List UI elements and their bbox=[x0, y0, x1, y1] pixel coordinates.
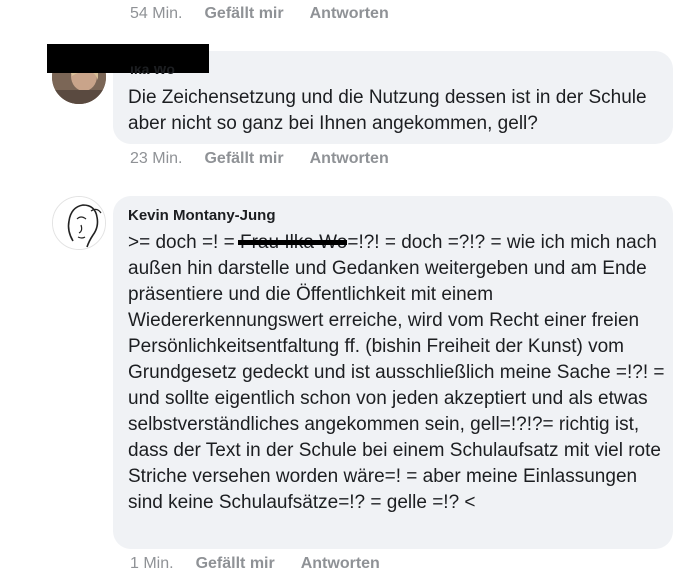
redaction-bar bbox=[47, 44, 209, 73]
comment-time[interactable]: 54 Min. bbox=[130, 5, 182, 23]
comment-bubble: Kevin Montany-Jung >= doch =! = Frau Ilk… bbox=[113, 196, 673, 549]
comment-actions-3: 1 Min. Gefällt mir Antworten bbox=[130, 552, 406, 576]
comment-text-start: >= doch =! = bbox=[128, 232, 240, 253]
author-name-partial[interactable]: ika Wo bbox=[130, 66, 175, 76]
reply-button[interactable]: Antworten bbox=[301, 555, 380, 573]
line-drawing-face-avatar-icon bbox=[53, 197, 105, 249]
like-button[interactable]: Gefällt mir bbox=[196, 555, 275, 573]
comment-text: Die Zeichensetzung und die Nutzung desse… bbox=[128, 87, 647, 134]
redaction-strike bbox=[237, 240, 348, 245]
comment-time[interactable]: 1 Min. bbox=[130, 555, 174, 573]
avatar[interactable] bbox=[52, 196, 106, 250]
author-name[interactable]: Kevin Montany-Jung bbox=[128, 206, 673, 230]
like-button[interactable]: Gefällt mir bbox=[204, 150, 283, 168]
comment-time[interactable]: 23 Min. bbox=[130, 150, 182, 168]
redacted-text: Frau Ilka Wo bbox=[237, 232, 348, 253]
comment-text-rest: =!?! = doch =?!? = wie ich mich nach auß… bbox=[128, 232, 665, 513]
comment-text: >= doch =! = Frau Ilka Wo=!?! = doch =?!… bbox=[128, 230, 668, 516]
like-button[interactable]: Gefällt mir bbox=[204, 5, 283, 23]
reply-button[interactable]: Antworten bbox=[310, 5, 389, 23]
comment-actions-1: 54 Min. Gefällt mir Antworten bbox=[130, 2, 415, 26]
reply-button[interactable]: Antworten bbox=[310, 150, 389, 168]
comment-actions-2: 23 Min. Gefällt mir Antworten bbox=[130, 147, 415, 171]
